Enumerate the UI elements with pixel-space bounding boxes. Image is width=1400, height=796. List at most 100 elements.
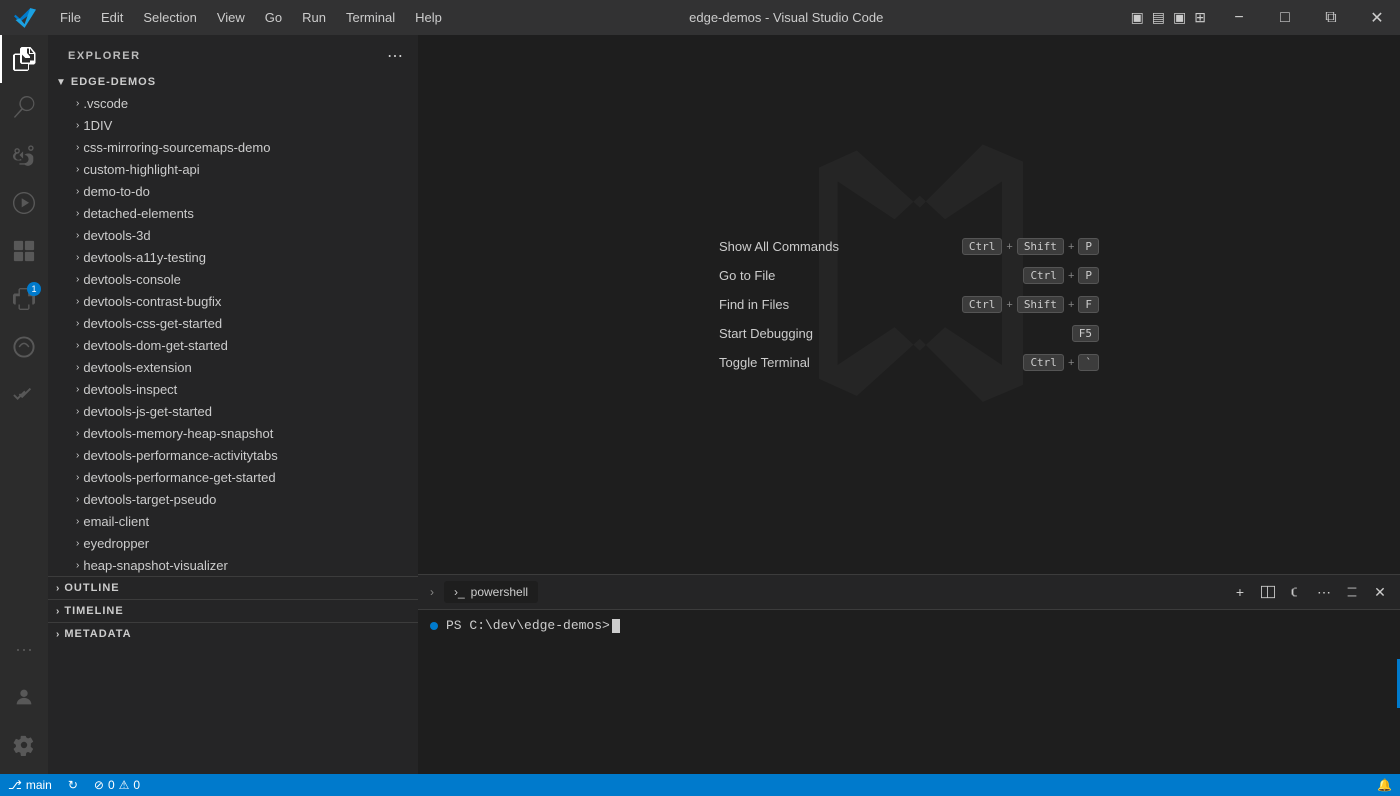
activity-item-more[interactable]: ··· (0, 625, 48, 673)
folder-chevron-icon: › (76, 494, 79, 505)
command-keys: Ctrl + ` (1023, 354, 1099, 371)
tree-item-devtools-perf-get[interactable]: › devtools-performance-get-started (48, 466, 418, 488)
minimize-button[interactable]: − (1216, 0, 1262, 35)
status-sync[interactable]: ↻ (60, 774, 86, 796)
tree-item-eyedropper[interactable]: › eyedropper (48, 532, 418, 554)
restore-button[interactable]: ⧉ (1308, 0, 1354, 35)
terminal-header: › ›_ powershell + (418, 575, 1400, 610)
activity-item-edge-tools[interactable] (0, 323, 48, 371)
activity-item-explorer[interactable] (0, 35, 48, 83)
toggle-panel-icon[interactable]: ▤ (1152, 9, 1165, 26)
menu-view[interactable]: View (207, 0, 255, 35)
explorer-tree[interactable]: ▼ EDGE-DEMOS › .vscode › 1DIV › css-mirr… (48, 72, 418, 774)
tree-item-label: devtools-memory-heap-snapshot (83, 426, 273, 441)
maximize-panel-button[interactable] (1340, 580, 1364, 604)
activity-item-remote[interactable] (0, 227, 48, 275)
tree-item-devtools-inspect[interactable]: › devtools-inspect (48, 378, 418, 400)
more-actions-button[interactable]: ⋯ (384, 45, 406, 67)
tree-item-heap-snapshot[interactable]: › heap-snapshot-visualizer (48, 554, 418, 576)
tree-item-devtools-console[interactable]: › devtools-console (48, 268, 418, 290)
terminal-body[interactable]: PS C:\dev\edge-demos> (418, 610, 1400, 774)
menu-terminal[interactable]: Terminal (336, 0, 405, 35)
outline-section-header[interactable]: › OUTLINE (48, 577, 418, 599)
menu-help[interactable]: Help (405, 0, 452, 35)
tree-item-devtools-css[interactable]: › devtools-css-get-started (48, 312, 418, 334)
status-errors[interactable]: ⊘ 0 ⚠ 0 (86, 774, 148, 796)
tree-item-devtools-perf-activity[interactable]: › devtools-performance-activitytabs (48, 444, 418, 466)
metadata-section-header[interactable]: › METADATA (48, 623, 418, 645)
tree-item-detached-elements[interactable]: › detached-elements (48, 202, 418, 224)
timeline-label: TIMELINE (64, 605, 123, 617)
terminal-tab-powershell[interactable]: ›_ powershell (444, 581, 538, 603)
terminal-tab-label: powershell (471, 585, 528, 599)
more-terminal-actions-button[interactable]: ⋯ (1312, 580, 1336, 604)
folder-chevron-icon: › (76, 230, 79, 241)
tree-item-devtools-extension[interactable]: › devtools-extension (48, 356, 418, 378)
error-icon: ⊘ (94, 778, 104, 792)
menu-run[interactable]: Run (292, 0, 336, 35)
folder-chevron-icon: › (76, 340, 79, 351)
tree-item-vscode[interactable]: › .vscode (48, 92, 418, 114)
tree-item-label: eyedropper (83, 536, 149, 551)
tree-item-email-client[interactable]: › email-client (48, 510, 418, 532)
maximize-button[interactable]: □ (1262, 0, 1308, 35)
command-label: Go to File (719, 268, 775, 283)
kill-terminal-button[interactable] (1284, 580, 1308, 604)
tree-item-demo-todo[interactable]: › demo-to-do (48, 180, 418, 202)
terminal-panel: › ›_ powershell + (418, 574, 1400, 774)
tree-item-label: 1DIV (83, 118, 112, 133)
folder-chevron-icon: › (76, 164, 79, 175)
key-f5: F5 (1072, 325, 1099, 342)
key-ctrl: Ctrl (1023, 354, 1064, 371)
activity-item-accounts[interactable] (0, 673, 48, 721)
new-terminal-button[interactable]: + (1228, 580, 1252, 604)
tree-item-label: .vscode (83, 96, 128, 111)
terminal-dot-indicator (430, 622, 438, 630)
close-panel-button[interactable]: ✕ (1368, 580, 1392, 604)
status-notifications[interactable]: 🔔 (1369, 774, 1400, 796)
terminal-prompt: PS C:\dev\edge-demos> (430, 618, 1388, 633)
tree-item-devtools-3d[interactable]: › devtools-3d (48, 224, 418, 246)
activity-item-search[interactable] (0, 83, 48, 131)
timeline-section-header[interactable]: › TIMELINE (48, 600, 418, 622)
tree-item-devtools-a11y[interactable]: › devtools-a11y-testing (48, 246, 418, 268)
activity-item-testing[interactable] (0, 371, 48, 419)
key-shift: Shift (1017, 296, 1064, 313)
toggle-primary-sidebar-icon[interactable]: ▣ (1131, 9, 1144, 26)
key-f: F (1078, 296, 1099, 313)
close-button[interactable]: ✕ (1354, 0, 1400, 35)
tree-item-1div[interactable]: › 1DIV (48, 114, 418, 136)
edge-demos-section-header[interactable]: ▼ EDGE-DEMOS (48, 72, 418, 92)
timeline-chevron-icon: › (56, 606, 60, 617)
activity-item-run-debug[interactable] (0, 179, 48, 227)
terminal-prompt-text: PS C:\dev\edge-demos> (446, 618, 610, 633)
command-label: Find in Files (719, 297, 789, 312)
split-terminal-button[interactable] (1256, 580, 1280, 604)
key-ctrl: Ctrl (962, 296, 1003, 313)
tree-item-devtools-js[interactable]: › devtools-js-get-started (48, 400, 418, 422)
toggle-secondary-sidebar-icon[interactable]: ▣ (1173, 9, 1186, 26)
panel-expand-icon[interactable]: › (426, 585, 438, 599)
tree-item-label: devtools-contrast-bugfix (83, 294, 221, 309)
tree-item-css-mirroring[interactable]: › css-mirroring-sourcemaps-demo (48, 136, 418, 158)
tree-item-label: devtools-3d (83, 228, 150, 243)
menu-file[interactable]: File (50, 0, 91, 35)
tree-item-devtools-dom[interactable]: › devtools-dom-get-started (48, 334, 418, 356)
menu-edit[interactable]: Edit (91, 0, 133, 35)
folder-chevron-icon: › (76, 406, 79, 417)
tree-item-devtools-target[interactable]: › devtools-target-pseudo (48, 488, 418, 510)
activity-item-settings[interactable] (0, 721, 48, 769)
tree-item-devtools-memory[interactable]: › devtools-memory-heap-snapshot (48, 422, 418, 444)
menu-go[interactable]: Go (255, 0, 292, 35)
key-plus-icon: + (1068, 270, 1074, 282)
activity-item-source-control[interactable] (0, 131, 48, 179)
menu-selection[interactable]: Selection (133, 0, 206, 35)
customize-layout-icon[interactable]: ⊞ (1194, 9, 1206, 26)
activity-item-extensions[interactable]: 1 (0, 275, 48, 323)
tree-item-devtools-contrast[interactable]: › devtools-contrast-bugfix (48, 290, 418, 312)
tree-item-custom-highlight[interactable]: › custom-highlight-api (48, 158, 418, 180)
status-branch[interactable]: ⎇ main (0, 774, 60, 796)
sidebar-header: EXPLORER ⋯ (48, 35, 418, 72)
titlebar-layout-controls: ▣ ▤ ▣ ⊞ (1121, 9, 1216, 26)
key-plus-icon: + (1068, 299, 1074, 311)
